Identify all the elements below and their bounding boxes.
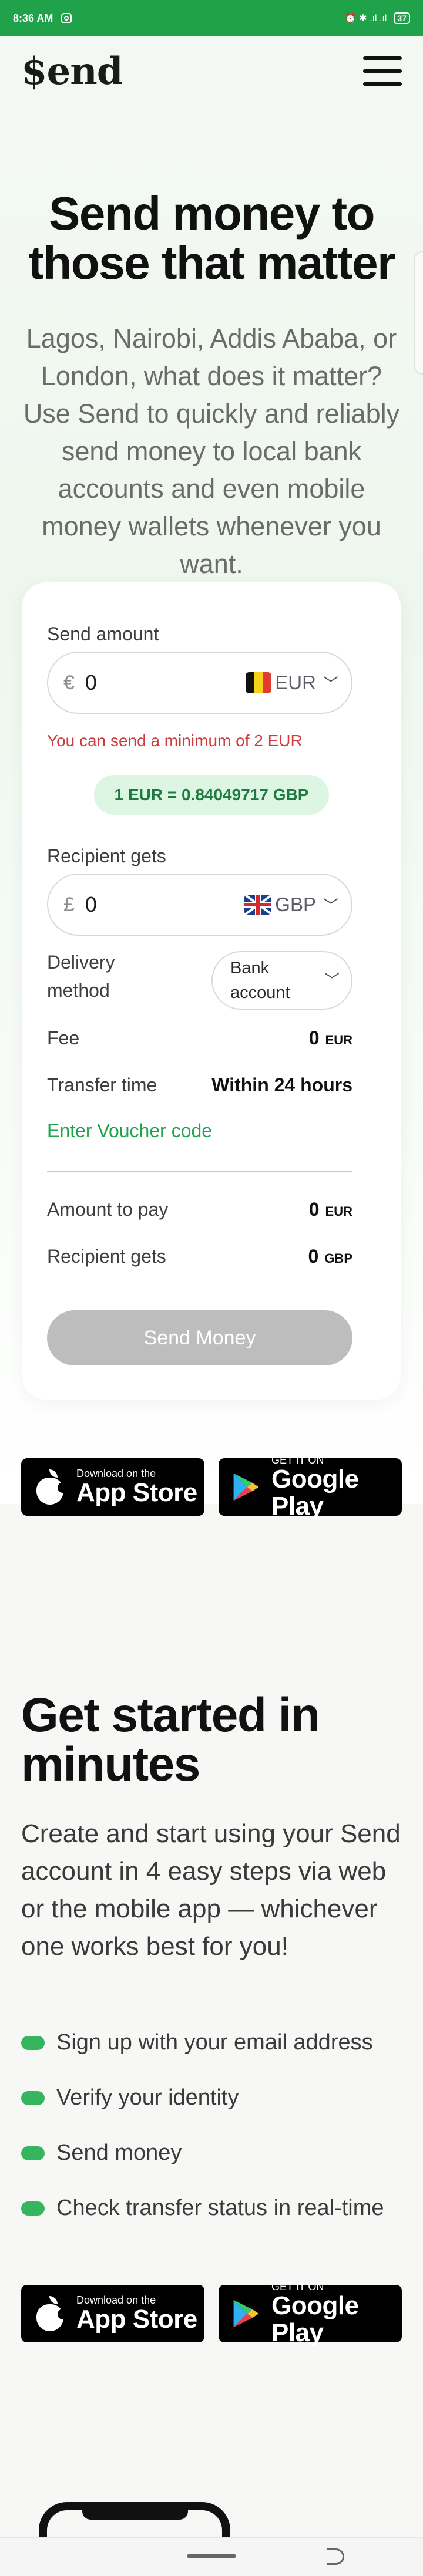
home-gesture-icon[interactable] [187, 2554, 236, 2558]
fee-value: 0 EUR [308, 1027, 352, 1048]
chevron-down-icon: ﹀ [323, 675, 338, 693]
bullet-dot-icon [21, 2035, 45, 2050]
delivery-method-label: Delivery method [47, 952, 115, 1001]
send-money-button[interactable]: Send Money [47, 1310, 352, 1365]
recipient-amount-label: Recipient gets [47, 845, 166, 866]
recipient-amount-input[interactable] [85, 892, 214, 917]
uk-flag-icon [244, 895, 272, 915]
step-item: Sign up with your email address [21, 2030, 373, 2055]
transfer-time-value: Within 24 hours [212, 1074, 352, 1095]
hero-subtitle: Lagos, Nairobi, Addis Ababa, or London, … [23, 323, 400, 579]
amount-to-pay-row: Amount to pay 0 EUR [47, 1199, 352, 1220]
fee-row: Fee 0 EUR [47, 1027, 352, 1049]
google-play-badge[interactable]: GET IT ON Google Play [219, 1454, 402, 1520]
recipient-currency-code: GBP [275, 893, 316, 915]
fee-label: Fee [47, 1027, 80, 1048]
get-started-subtitle: Create and start using your Send account… [21, 1819, 401, 1961]
instagram-icon [61, 13, 72, 23]
status-time: 8:36 AM [13, 12, 53, 24]
send-amount-label: Send amount [47, 623, 159, 645]
battery-icon: 37 [394, 12, 410, 24]
send-currency-select[interactable]: EUR ﹀ [246, 672, 338, 694]
recipient-gets-row: Recipient gets 0 GBP [47, 1246, 352, 1267]
transfer-time-row: Transfer time Within 24 hours [47, 1074, 352, 1096]
apple-icon [34, 1469, 68, 1505]
bullet-dot-icon [21, 2091, 45, 2105]
recipient-gets-label: Recipient gets [47, 1246, 166, 1267]
status-icons: ⏰ ✱ .ıl .ıl [344, 14, 387, 23]
step-item: Check transfer status in real-time [21, 2196, 384, 2221]
site-header: $end [0, 36, 423, 106]
recipient-amount-field: £ GBP ﹀ [47, 874, 352, 936]
amount-to-pay-value: 0 EUR [308, 1199, 352, 1220]
hamburger-menu-icon[interactable] [363, 56, 402, 86]
divider [47, 1171, 352, 1172]
send-amount-field: € EUR ﹀ [47, 652, 352, 714]
voucher-code-link[interactable]: Enter Voucher code [47, 1120, 212, 1142]
minimum-amount-error: You can send a minimum of 2 EUR [47, 731, 303, 750]
euro-symbol: € [63, 671, 75, 694]
recipient-gets-value: 0 GBP [308, 1246, 352, 1267]
hero-title: Send money to those that matter [28, 187, 395, 289]
google-play-badge[interactable]: GET IT ON Google Play [219, 2281, 402, 2346]
recipient-currency-select[interactable]: GBP ﹀ [244, 893, 338, 916]
send-currency-code: EUR [275, 672, 316, 693]
app-store-badge[interactable]: Download on the App Store [21, 1458, 204, 1516]
delivery-method-select[interactable]: Bank account ﹀ [212, 951, 352, 1010]
send-amount-input[interactable] [85, 670, 214, 695]
get-started-title: Get started in minutes [21, 1688, 320, 1791]
pound-symbol: £ [63, 893, 75, 916]
delivery-method-value: Bank account [230, 959, 290, 1002]
transfer-time-label: Transfer time [47, 1074, 157, 1095]
chevron-down-icon: ﹀ [323, 896, 338, 915]
amount-to-pay-label: Amount to pay [47, 1199, 169, 1220]
app-store-badge[interactable]: Download on the App Store [21, 2285, 204, 2342]
system-navigation-bar [0, 2537, 423, 2576]
step-item: Verify your identity [21, 2085, 239, 2110]
send-logo[interactable]: $end [21, 49, 123, 93]
chevron-down-icon: ﹀ [324, 972, 340, 989]
belgium-flag-icon [246, 672, 272, 693]
step-item: Send money [21, 2140, 182, 2166]
google-play-icon [233, 2299, 259, 2328]
back-icon[interactable] [327, 2548, 344, 2565]
bullet-dot-icon [21, 2146, 45, 2160]
status-bar: 8:36 AM ⏰ ✱ .ıl .ıl 37 [0, 0, 423, 36]
status-indicators: ⏰ ✱ .ıl .ıl 37 [345, 12, 410, 24]
exchange-rate-badge: 1 EUR = 0.84049717 GBP [94, 775, 329, 815]
apple-icon [34, 2296, 68, 2331]
google-play-icon [233, 1473, 259, 1501]
bullet-dot-icon [21, 2201, 45, 2216]
